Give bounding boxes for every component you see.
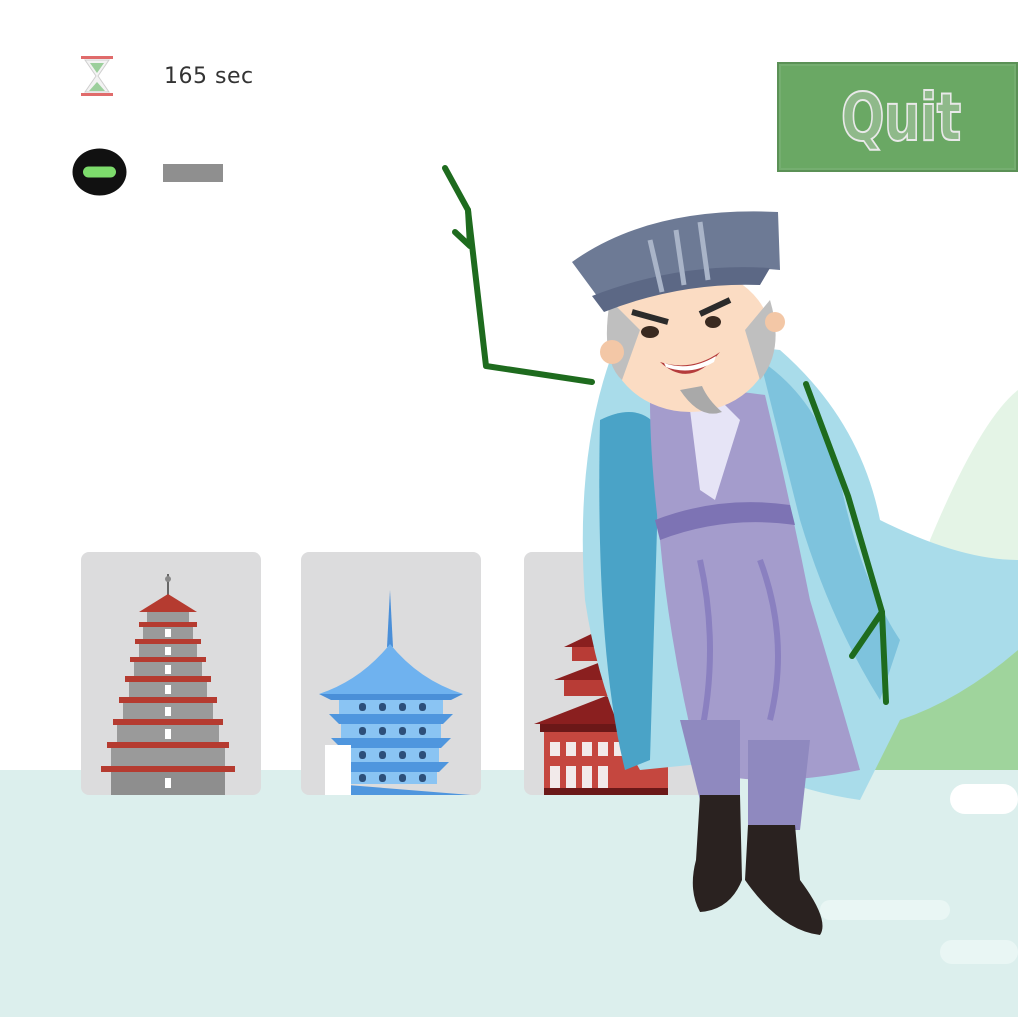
game-stage: 165 sec Quit bbox=[0, 0, 1018, 1017]
scholar-character-icon bbox=[442, 165, 1018, 935]
